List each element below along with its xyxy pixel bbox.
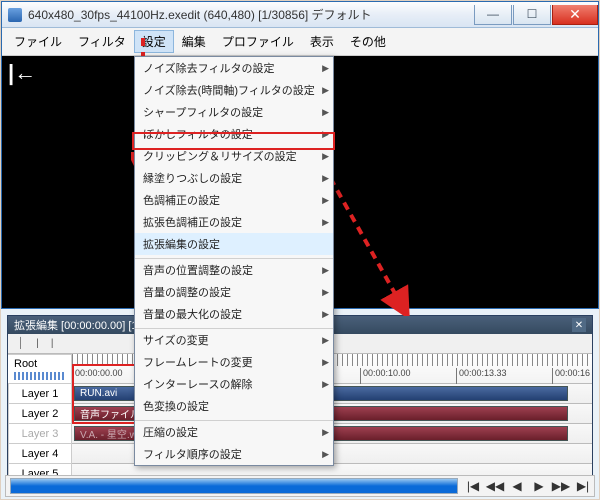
layer-label[interactable]: Layer 1	[8, 384, 72, 404]
menu-その他[interactable]: その他	[342, 30, 394, 53]
submenu-caret-icon: ▶	[322, 195, 329, 206]
transport-button[interactable]: ▶	[528, 475, 550, 497]
layer-label[interactable]: Layer 2	[8, 404, 72, 424]
submenu-caret-icon: ▶	[322, 107, 329, 118]
submenu-caret-icon: ▶	[322, 85, 329, 96]
transport-button[interactable]: ◀	[506, 475, 528, 497]
transport-button[interactable]: ▶▶	[550, 475, 572, 497]
maximize-button[interactable]: ☐	[513, 5, 551, 25]
transport-button[interactable]: |◀	[462, 475, 484, 497]
submenu-caret-icon: ▶	[322, 173, 329, 184]
submenu-caret-icon: ▶	[322, 309, 329, 320]
submenu-caret-icon: ▶	[322, 427, 329, 438]
ruler-tick: 00:00:00.00	[72, 368, 123, 384]
ruler-tick: 00:00:13.33	[456, 368, 507, 384]
root-label[interactable]: Root	[8, 354, 72, 384]
dropdown-item[interactable]: インターレースの解除▶	[135, 373, 333, 395]
transport-button[interactable]: ◀◀	[484, 475, 506, 497]
main-window: 640x480_30fps_44100Hz.exedit (640,480) […	[1, 1, 599, 309]
dropdown-item[interactable]: 圧縮の設定▶	[135, 421, 333, 443]
transport-button[interactable]: ▶|	[572, 475, 594, 497]
submenu-caret-icon: ▶	[322, 449, 329, 460]
dropdown-item[interactable]: フレームレートの変更▶	[135, 351, 333, 373]
play-bar: |◀◀◀◀▶▶▶▶|	[5, 475, 595, 497]
dropdown-item[interactable]: 音量の調整の設定▶	[135, 281, 333, 303]
submenu-caret-icon: ▶	[322, 379, 329, 390]
dropdown-item[interactable]: フィルタ順序の設定▶	[135, 443, 333, 465]
close-button[interactable]: ✕	[552, 5, 598, 25]
submenu-caret-icon: ▶	[322, 287, 329, 298]
submenu-caret-icon: ▶	[322, 63, 329, 74]
ruler-tick: 00:00:16	[552, 368, 590, 384]
layer-label[interactable]: Layer 3	[8, 424, 72, 444]
dropdown-item[interactable]: 拡張編集の設定	[135, 233, 333, 255]
dropdown-item[interactable]: 拡張色調補正の設定▶	[135, 211, 333, 233]
settings-dropdown: ノイズ除去フィルタの設定▶ノイズ除去(時間軸)フィルタの設定▶シャープフィルタの…	[134, 56, 334, 466]
menu-表示[interactable]: 表示	[302, 30, 342, 53]
menu-ファイル[interactable]: ファイル	[6, 30, 70, 53]
menu-編集[interactable]: 編集	[174, 30, 214, 53]
submenu-caret-icon: ▶	[322, 151, 329, 162]
dropdown-item[interactable]: 色調補正の設定▶	[135, 189, 333, 211]
submenu-caret-icon: ▶	[322, 217, 329, 228]
root-indicator-icon	[14, 372, 65, 380]
dropdown-item[interactable]: シャープフィルタの設定▶	[135, 101, 333, 123]
dropdown-item[interactable]: 縁塗りつぶしの設定▶	[135, 167, 333, 189]
dropdown-item[interactable]: 音量の最大化の設定▶	[135, 303, 333, 325]
dropdown-item[interactable]: ノイズ除去(時間軸)フィルタの設定▶	[135, 79, 333, 101]
backarrow-icon: |←	[8, 60, 36, 86]
progress-bar[interactable]	[10, 478, 458, 494]
layer-label[interactable]: Layer 4	[8, 444, 72, 464]
dropdown-item[interactable]: クリッピング＆リサイズの設定▶	[135, 145, 333, 167]
dropdown-item[interactable]: ノイズ除去フィルタの設定▶	[135, 57, 333, 79]
submenu-caret-icon: ▶	[322, 335, 329, 346]
window-title: 640x480_30fps_44100Hz.exedit (640,480) […	[28, 6, 473, 23]
app-icon	[8, 8, 22, 22]
menu-設定[interactable]: 設定	[134, 30, 174, 53]
submenu-caret-icon: ▶	[322, 265, 329, 276]
submenu-caret-icon: ▶	[322, 129, 329, 140]
title-bar: 640x480_30fps_44100Hz.exedit (640,480) […	[2, 2, 598, 28]
timeline-close-button[interactable]: ✕	[572, 318, 586, 332]
video-preview: |← ノイズ除去フィルタの設定▶ノイズ除去(時間軸)フィルタの設定▶シャープフィ…	[2, 56, 598, 308]
submenu-caret-icon: ▶	[322, 357, 329, 368]
minimize-button[interactable]: —	[474, 5, 512, 25]
ruler-tick: 00:00:10.00	[360, 368, 411, 384]
dropdown-item[interactable]: 色変換の設定	[135, 395, 333, 417]
dropdown-item[interactable]: サイズの変更▶	[135, 329, 333, 351]
menu-bar: ファイルフィルタ設定編集プロファイル表示その他	[2, 28, 598, 56]
dropdown-item[interactable]: 音声の位置調整の設定▶	[135, 259, 333, 281]
menu-プロファイル[interactable]: プロファイル	[214, 30, 302, 53]
menu-フィルタ[interactable]: フィルタ	[70, 30, 134, 53]
dropdown-item[interactable]: ぼかしフィルタの設定▶	[135, 123, 333, 145]
